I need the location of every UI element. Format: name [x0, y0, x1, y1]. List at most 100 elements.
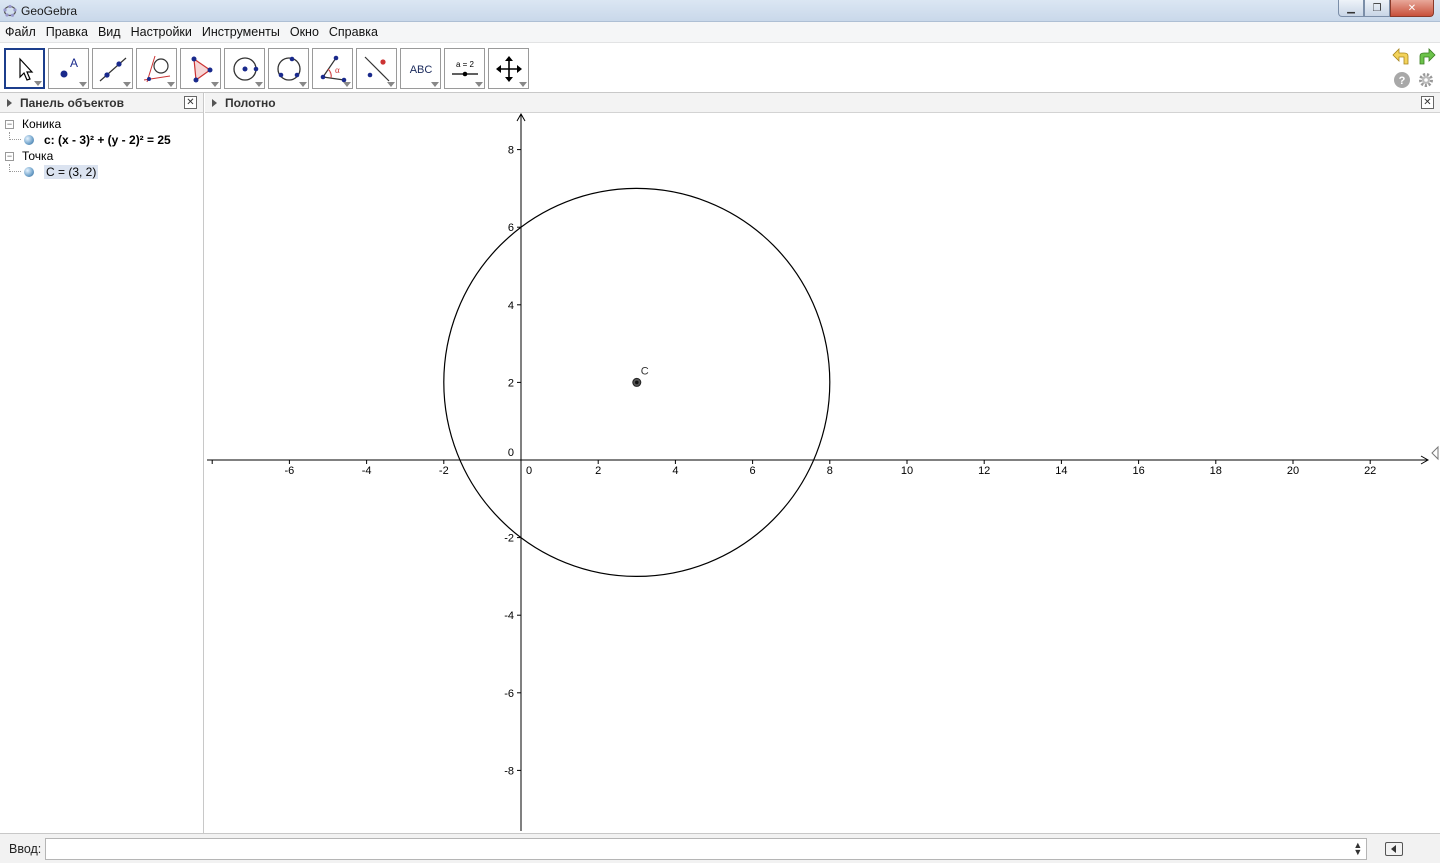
angle-icon: α — [320, 55, 346, 82]
collapse-icon[interactable]: − — [5, 151, 14, 161]
menu-file[interactable]: Файл — [0, 25, 41, 39]
ellipse-tool-button[interactable] — [268, 48, 309, 89]
y-tick-label: -6 — [504, 688, 514, 700]
menu-edit[interactable]: Правка — [41, 25, 93, 39]
close-window-button[interactable]: ✕ — [1390, 0, 1434, 17]
move-tool-button[interactable] — [4, 48, 45, 89]
input-label: Ввод: — [9, 841, 42, 856]
toggle-input-help-button[interactable] — [1385, 841, 1404, 856]
object-definition[interactable]: c: (x - 3)² + (y - 2)² = 25 — [44, 133, 171, 147]
tree-category-point[interactable]: − Точка — [0, 148, 203, 164]
line-tool-button[interactable] — [92, 48, 133, 89]
graphics-panel-header: Полотно ✕ — [205, 93, 1440, 113]
close-panel-icon[interactable]: ✕ — [184, 96, 197, 109]
x-tick-label: -2 — [439, 465, 449, 477]
circle-tool-button[interactable] — [224, 48, 265, 89]
text-tool-button[interactable]: ABC — [400, 48, 441, 89]
point-tool-button[interactable]: A — [48, 48, 89, 89]
y-tick-label: 0 — [508, 447, 514, 459]
menu-help[interactable]: Справка — [324, 25, 383, 39]
toolbar: A α ABC a = 2 ? — [0, 43, 1440, 93]
y-tick-label: 2 — [508, 377, 514, 389]
svg-text:A: A — [70, 56, 78, 70]
panel-expand-arrow-icon[interactable] — [7, 98, 12, 107]
panel-expand-arrow-icon[interactable] — [212, 98, 217, 107]
panel-side-arrow-icon — [1431, 445, 1439, 461]
point-c-label: C — [641, 365, 649, 377]
redo-button[interactable] — [1416, 47, 1436, 67]
polygon-tool-button[interactable] — [180, 48, 221, 89]
perpendicular-tool-button[interactable] — [136, 48, 177, 89]
minimize-button[interactable]: ▁ — [1338, 0, 1364, 17]
menu-bar: Файл Правка Вид Настройки Инструменты Ок… — [0, 22, 1440, 43]
visibility-toggle-icon[interactable] — [24, 135, 34, 145]
cursor-arrow-icon — [18, 56, 33, 81]
y-tick-label: -4 — [504, 610, 514, 622]
slider-tool-button[interactable]: a = 2 — [444, 48, 485, 89]
menu-tools[interactable]: Инструменты — [197, 25, 285, 39]
reflect-about-line-icon — [364, 56, 389, 81]
category-label: Точка — [22, 149, 54, 163]
maximize-button[interactable]: ❐ — [1364, 0, 1390, 17]
x-tick-label: 10 — [901, 465, 913, 477]
circle-three-points-icon — [276, 56, 301, 81]
x-tick-label: 2 — [595, 465, 601, 477]
visibility-toggle-icon[interactable] — [24, 167, 34, 177]
help-button[interactable]: ? — [1392, 70, 1412, 90]
x-tick-label: -6 — [285, 465, 295, 477]
undo-icon — [1392, 48, 1409, 65]
algebra-panel: Панель объектов ✕ − Коника c: (x - 3)² +… — [0, 93, 204, 833]
x-tick-label: 18 — [1210, 465, 1222, 477]
close-panel-icon[interactable]: ✕ — [1421, 96, 1434, 109]
title-bar: GeoGebra ▁ ❐ ✕ — [0, 0, 1440, 22]
tree-item-point-C[interactable]: C = (3, 2) — [0, 164, 203, 180]
x-tick-label: 12 — [978, 465, 990, 477]
graphics-canvas[interactable]: -6 -4 -2 0 2 4 6 8 10 12 14 16 18 20 22 8 6 4 2 0 -2 -4 -6 -8 C — [205, 112, 1440, 833]
help-icon: ? — [1394, 72, 1410, 88]
text-tool-label: ABC — [409, 64, 432, 76]
move-graphics-view-icon — [495, 55, 522, 82]
svg-text:α: α — [335, 65, 340, 75]
y-tick-label: 6 — [508, 222, 514, 234]
svg-text:?: ? — [1399, 75, 1406, 87]
undo-button[interactable] — [1392, 47, 1412, 67]
point-c-core — [635, 380, 639, 385]
x-tick-label: -4 — [362, 465, 372, 477]
tangent-line-icon — [143, 55, 170, 82]
y-tick-label: 8 — [508, 145, 514, 157]
history-spinner-icon[interactable]: ▲ ▼ — [1353, 840, 1362, 856]
object-tree: − Коника c: (x - 3)² + (y - 2)² = 25 − Т… — [0, 113, 203, 180]
x-tick-label: 16 — [1132, 465, 1144, 477]
object-definition[interactable]: C = (3, 2) — [44, 165, 99, 179]
x-tick-label: 14 — [1055, 465, 1067, 477]
command-input[interactable]: ▲ ▼ — [45, 837, 1368, 860]
move-view-tool-button[interactable] — [488, 48, 529, 89]
x-tick-label: 6 — [750, 465, 756, 477]
x-tick-label: 22 — [1364, 465, 1376, 477]
text-icon: ABC — [409, 64, 432, 76]
tree-item-conic-c[interactable]: c: (x - 3)² + (y - 2)² = 25 — [0, 132, 203, 148]
y-tick-label: 4 — [508, 300, 514, 312]
settings-button[interactable] — [1416, 70, 1436, 90]
graphics-panel: Полотно ✕ -6 -4 -2 0 2 4 6 8 10 12 14 16 18 20 22 8 6 4 2 0… — [205, 93, 1440, 833]
reflect-tool-button[interactable] — [356, 48, 397, 89]
input-bar: Ввод: ▲ ▼ — [0, 833, 1440, 863]
menu-settings[interactable]: Настройки — [126, 25, 197, 39]
redo-icon — [1419, 48, 1436, 65]
triangle-left-icon — [1391, 844, 1397, 853]
tree-category-conic[interactable]: − Коника — [0, 116, 203, 132]
polygon-icon — [191, 56, 212, 82]
algebra-panel-title: Панель объектов — [20, 95, 124, 110]
circle-center-point-icon — [232, 56, 258, 81]
menu-view[interactable]: Вид — [93, 25, 126, 39]
slider-icon: a = 2 — [451, 60, 478, 76]
menu-window[interactable]: Окно — [285, 25, 324, 39]
geogebra-logo-icon — [3, 4, 17, 17]
collapse-icon[interactable]: − — [5, 119, 14, 129]
angle-tool-button[interactable]: α — [312, 48, 353, 89]
coordinate-plane[interactable]: -6 -4 -2 0 2 4 6 8 10 12 14 16 18 20 2286420-2-4-6-8C — [205, 112, 1440, 833]
y-tick-label: -8 — [504, 765, 514, 777]
graphics-panel-title: Полотно — [225, 95, 276, 110]
window-title: GeoGebra — [21, 3, 78, 18]
category-label: Коника — [22, 117, 62, 131]
